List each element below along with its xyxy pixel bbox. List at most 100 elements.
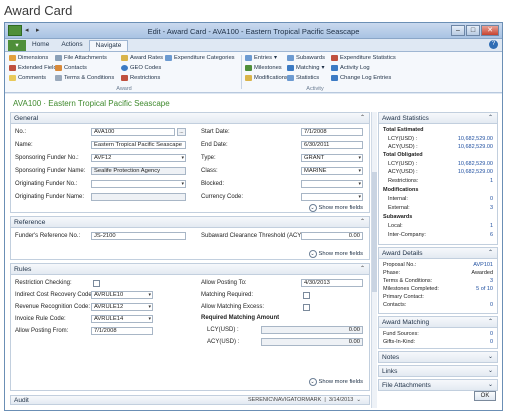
ribbon-extended-fields[interactable]: Extended Fields <box>9 65 60 71</box>
ribbon-matching[interactable]: Matching ▾ <box>287 65 324 71</box>
invoice-rule-field[interactable]: AVRULE14 ▾ <box>91 315 153 323</box>
ribbon-statistics[interactable]: Statistics <box>287 75 319 81</box>
ribbon-dimensions[interactable]: Dimensions <box>9 55 48 61</box>
ribbon-restrictions[interactable]: Restrictions <box>121 75 160 81</box>
obl-lcy-value[interactable]: 10,682,529.00 <box>458 160 493 168</box>
currency-code-field[interactable]: ▾ <box>301 193 363 201</box>
ribbon-subawards[interactable]: Subawards <box>287 55 325 61</box>
ribbon-comments[interactable]: Comments <box>9 75 46 81</box>
collapse-icon[interactable]: ⌃ <box>360 113 365 124</box>
show-more-fields-rules[interactable]: ⌄ Show more fields <box>308 378 363 386</box>
contacts-value[interactable]: 0 <box>490 301 493 309</box>
restrictions-value[interactable]: 1 <box>490 177 493 185</box>
funders-reference-field[interactable]: JS-2100 <box>91 232 186 240</box>
main-scrollbar[interactable] <box>371 112 377 408</box>
ribbon-expenditure-categories[interactable]: Expenditure Categories <box>165 55 235 61</box>
links-header[interactable]: Links ⌄ <box>379 366 497 377</box>
matching-required-checkbox[interactable] <box>303 292 310 299</box>
revenue-recognition-field[interactable]: AVRULE12 ▾ <box>91 303 153 311</box>
collapse-icon[interactable]: ⌃ <box>488 113 493 124</box>
allow-posting-from-field[interactable]: 7/1/2008 <box>91 327 153 335</box>
milestones-value[interactable]: 5 of 10 <box>476 285 493 293</box>
dropdown-arrow-icon[interactable]: ▾ <box>148 316 151 322</box>
proposal-value[interactable]: AVP101 <box>473 261 493 269</box>
obl-acy-value[interactable]: 10,682,529.00 <box>458 168 493 176</box>
name-field[interactable]: Eastern Tropical Pacific Seascape <box>91 141 186 149</box>
expand-icon[interactable]: ⌄ <box>488 366 493 377</box>
paperclip-icon <box>55 55 62 61</box>
ribbon-expenditure-statistics[interactable]: Expenditure Statistics <box>331 55 396 61</box>
file-attachments-header[interactable]: File Attachments ⌄ <box>379 380 497 391</box>
blocked-field[interactable]: ▾ <box>301 180 363 188</box>
external-value[interactable]: 3 <box>490 204 493 212</box>
subaward-threshold-field[interactable]: 0.00 <box>301 232 363 240</box>
dropdown-arrow-icon[interactable]: ▾ <box>181 181 184 187</box>
notes-header[interactable]: Notes ⌄ <box>379 352 497 363</box>
end-date-field[interactable]: 6/30/2011 <box>301 141 363 149</box>
maximize-button[interactable]: □ <box>466 25 480 36</box>
assist-edit-button[interactable]: ... <box>177 128 186 136</box>
gifts-in-kind-value[interactable]: 0 <box>490 338 493 346</box>
ribbon-change-log[interactable]: Change Log Entries <box>331 75 391 81</box>
tab-actions[interactable]: Actions <box>55 40 88 51</box>
award-statistics-header[interactable]: Award Statistics ⌃ <box>379 113 497 124</box>
intercompany-value[interactable]: 6 <box>490 231 493 239</box>
fasttab-general-header[interactable]: General ⌃ <box>11 113 369 124</box>
ribbon-activity-log[interactable]: Activity Log <box>331 65 370 71</box>
expand-icon[interactable]: ⌄ <box>488 380 493 391</box>
collapse-icon[interactable]: ⌃ <box>360 264 365 275</box>
ribbon-entries[interactable]: Entries ▾ <box>245 55 277 61</box>
originating-funder-no-field[interactable]: ▾ <box>91 180 186 188</box>
ribbon-file-attachments[interactable]: File Attachments <box>55 55 107 61</box>
collapse-icon[interactable]: ⌃ <box>488 317 493 328</box>
entries-icon <box>245 55 252 61</box>
collapse-icon[interactable]: ⌃ <box>360 217 365 228</box>
sponsoring-funder-no-field[interactable]: AVF12 ▾ <box>91 154 186 162</box>
est-acy-value[interactable]: 10,682,529.00 <box>458 143 493 151</box>
ribbon-geo-codes[interactable]: GEO Codes <box>121 65 161 71</box>
fasttab-reference-header[interactable]: Reference ⌃ <box>11 217 369 228</box>
ribbon-modifications[interactable]: Modifications <box>245 75 288 81</box>
scrollbar-thumb[interactable] <box>372 172 377 292</box>
restriction-checking-checkbox[interactable] <box>93 280 100 287</box>
indirect-cost-field[interactable]: AVRULE10 ▾ <box>91 291 153 299</box>
internal-value[interactable]: 0 <box>490 195 493 203</box>
terms-value[interactable]: 3 <box>490 277 493 285</box>
show-more-fields-reference[interactable]: ⌄ Show more fields <box>308 250 363 258</box>
fasttab-audit-header[interactable]: Audit SERENIC\NAVIGATORMARK | 3/14/2013 … <box>10 395 370 405</box>
fund-sources-value[interactable]: 0 <box>490 330 493 338</box>
close-button[interactable]: ✕ <box>481 25 499 36</box>
award-details-header[interactable]: Award Details ⌃ <box>379 248 497 259</box>
ok-button[interactable]: OK <box>474 391 496 401</box>
local-value[interactable]: 1 <box>490 222 493 230</box>
dropdown-arrow-icon[interactable]: ▾ <box>148 292 151 298</box>
chevron-down-icon: ⌄ <box>308 204 317 212</box>
show-more-fields-general[interactable]: ⌄ Show more fields <box>308 204 363 212</box>
no-field[interactable]: AVA100 <box>91 128 175 136</box>
ribbon-award-rates[interactable]: Award Rates <box>121 55 163 61</box>
award-matching-header[interactable]: Award Matching ⌃ <box>379 317 497 328</box>
dropdown-arrow-icon[interactable]: ▾ <box>148 304 151 310</box>
dropdown-arrow-icon[interactable]: ▾ <box>358 168 361 174</box>
dropdown-arrow-icon[interactable]: ▾ <box>358 194 361 200</box>
expand-icon[interactable]: ⌄ <box>488 352 493 363</box>
ribbon-milestones[interactable]: Milestones <box>245 65 282 71</box>
collapse-icon[interactable]: ⌃ <box>488 248 493 259</box>
minimize-button[interactable]: – <box>451 25 465 36</box>
dropdown-arrow-icon[interactable]: ▾ <box>181 155 184 161</box>
dropdown-arrow-icon[interactable]: ▾ <box>358 181 361 187</box>
tab-home[interactable]: Home <box>26 40 55 51</box>
dropdown-arrow-icon[interactable]: ▾ <box>358 155 361 161</box>
tab-navigate[interactable]: Navigate <box>88 40 129 51</box>
allow-posting-to-field[interactable]: 4/30/2013 <box>301 279 363 287</box>
ribbon-terms-conditions[interactable]: Terms & Conditions <box>55 75 114 81</box>
allow-matching-excess-checkbox[interactable] <box>303 304 310 311</box>
ribbon-contacts[interactable]: Contacts <box>55 65 87 71</box>
class-field[interactable]: MARINE ▾ <box>301 167 363 175</box>
fasttab-rules-header[interactable]: Rules ⌃ <box>11 264 369 275</box>
start-date-field[interactable]: 7/1/2008 <box>301 128 363 136</box>
help-icon[interactable]: ? <box>489 40 498 49</box>
type-field[interactable]: GRANT ▾ <box>301 154 363 162</box>
est-lcy-value[interactable]: 10,682,529.00 <box>458 135 493 143</box>
file-menu-button[interactable]: ▾ <box>8 40 26 51</box>
